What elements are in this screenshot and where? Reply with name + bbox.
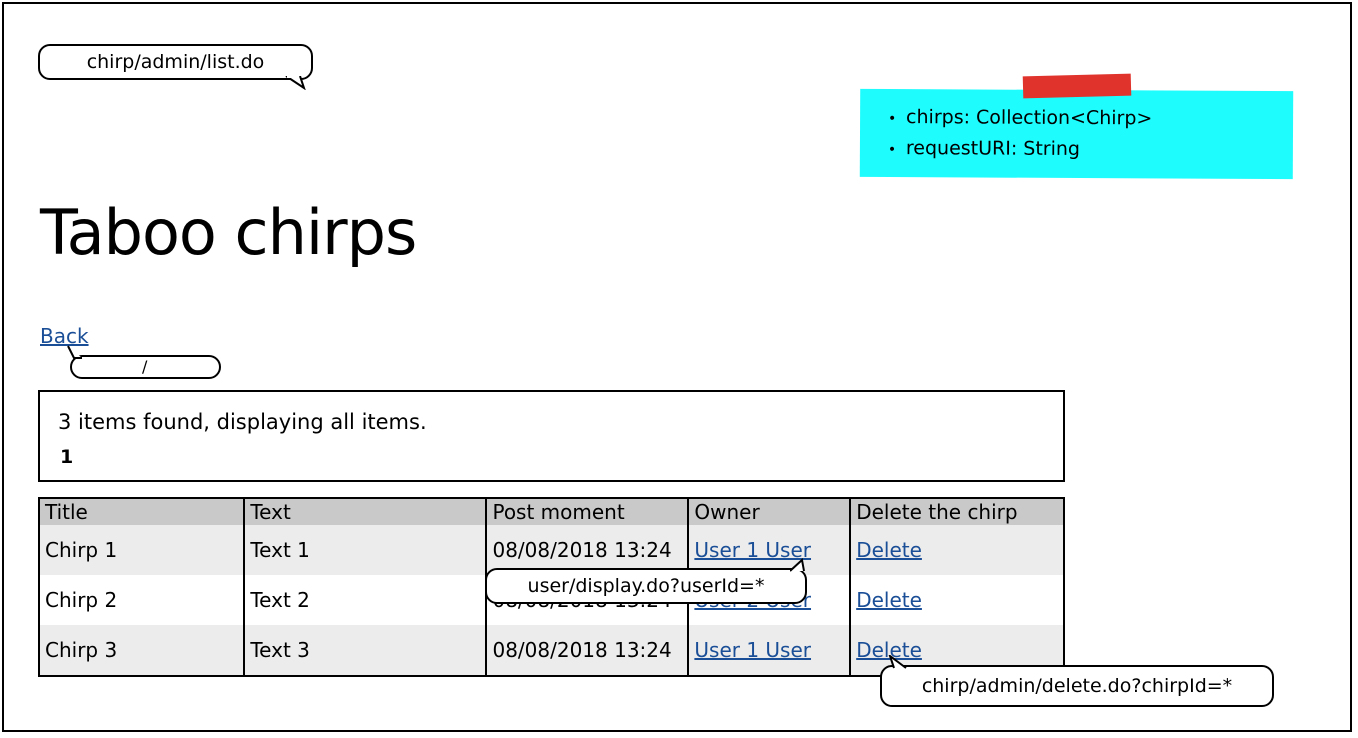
owner-url-callout: user/display.do?userId=* [485,568,807,604]
table-header-row: Title Text Post moment Owner Delete the … [37,498,1065,525]
model-attribute-label: chirps: Collection<Chirp> [906,106,1153,130]
note-tape [1022,73,1132,99]
column-header-title[interactable]: Title [37,498,246,525]
delete-url-callout-tail [888,655,907,669]
delete-url-callout-text: chirp/admin/delete.do?chirpId=* [921,674,1233,697]
delete-cell: Delete [849,575,1065,625]
owner-url-callout-text: user/display.do?userId=* [527,574,765,597]
delete-url-callout: chirp/admin/delete.do?chirpId=* [880,665,1274,707]
items-found-text: 3 items found, displaying all items. [58,410,427,434]
model-attributes-note: • chirps: Collection<Chirp> • requestURI: … [859,88,1294,180]
column-header-owner[interactable]: Owner [687,498,852,525]
owner-url-callout-tail [790,558,805,572]
model-attribute-label: requestURI: String [905,137,1081,161]
chirp-title-cell: Chirp 1 [37,525,246,575]
column-header-text[interactable]: Text [243,498,488,525]
chirp-text-cell: Text 1 [243,525,488,575]
owner-link[interactable]: User 1 User [694,638,811,662]
delete-link[interactable]: Delete [856,588,922,612]
chirp-title-cell: Chirp 2 [37,575,246,625]
delete-link[interactable]: Delete [856,538,922,562]
owner-cell: User 1 User [687,625,852,676]
back-callout: / [70,355,221,379]
current-page-number[interactable]: 1 [60,446,73,468]
url-callout: chirp/admin/list.do [38,44,313,80]
chirp-text-cell: Text 3 [243,625,488,676]
post-moment-cell: 08/08/2018 13:24 [485,625,690,676]
model-attributes-list: • chirps: Collection<Chirp> • requestURI: … [888,103,1153,166]
page-title: Taboo chirps [40,196,417,269]
model-attribute-item: • chirps: Collection<Chirp> [888,106,1153,130]
pagination-banner: 3 items found, displaying all items. 1 [38,390,1065,482]
column-header-post-moment[interactable]: Post moment [485,498,690,525]
url-callout-tail [285,76,306,90]
back-callout-text: / [142,357,148,376]
chirp-text-cell: Text 2 [243,575,488,625]
url-callout-text: chirp/admin/list.do [86,50,265,73]
model-attribute-item: • requestURI: String [887,137,1081,161]
chirp-title-cell: Chirp 3 [37,625,246,676]
back-callout-tail [67,345,82,359]
delete-cell: Delete [849,525,1065,575]
column-header-delete: Delete the chirp [849,498,1065,525]
